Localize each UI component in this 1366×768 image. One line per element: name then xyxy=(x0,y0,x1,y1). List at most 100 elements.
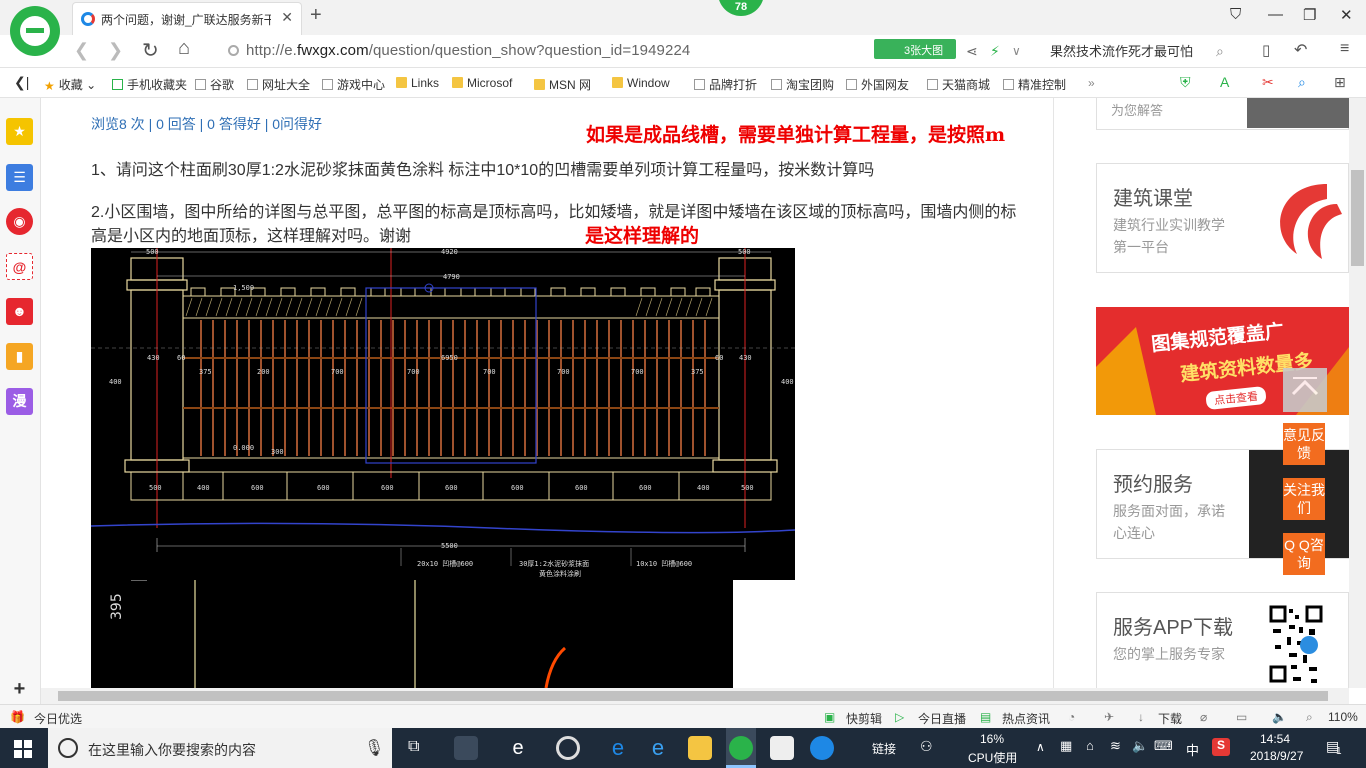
status-item[interactable]: 下载 xyxy=(1158,710,1182,727)
microphone-icon[interactable]: 🎙 xyxy=(364,738,384,758)
file-explorer-icon[interactable] xyxy=(688,736,712,760)
notification-badge[interactable]: 78 xyxy=(718,0,764,16)
today-picks-link[interactable]: 今日优选 xyxy=(34,710,82,727)
lightning-icon[interactable]: ⚡ xyxy=(990,43,1000,60)
status-item[interactable]: 热点资讯 xyxy=(1002,710,1050,727)
bookmark-item[interactable]: 网址大全 xyxy=(247,76,310,93)
more-bookmarks-icon[interactable]: » xyxy=(1088,76,1095,90)
bookmark-item[interactable]: 天猫商城 xyxy=(927,76,990,93)
windows-start-icon[interactable] xyxy=(14,740,32,758)
ie-icon[interactable]: e xyxy=(646,736,670,760)
status-item[interactable]: 今日直播 xyxy=(918,710,966,727)
chrome-like-icon[interactable] xyxy=(556,736,580,760)
qq-consult-button[interactable]: Q Q咨询 xyxy=(1283,533,1325,575)
translate-icon[interactable]: A xyxy=(1220,74,1229,90)
dim-label: 400 xyxy=(781,378,794,386)
add-sidebar-icon[interactable]: + xyxy=(6,676,33,703)
course-card[interactable]: 建筑课堂 建筑行业实训教学第一平台 xyxy=(1096,163,1349,273)
people-icon[interactable]: ⚇ xyxy=(920,738,933,755)
follow-us-button[interactable]: 关注我们 xyxy=(1283,478,1325,520)
pin-icon[interactable]: ✈ xyxy=(1104,710,1114,724)
cad-wall-drawing[interactable]: 500 4920 500 4790 1,500 430 60 6950 60 4… xyxy=(91,248,795,580)
bookmark-item[interactable]: Microsof xyxy=(452,76,512,90)
active-browser-task[interactable] xyxy=(726,728,756,768)
question-stats[interactable]: 浏览8 次 | 0 回答 | 0 答得好 | 0问得好 xyxy=(91,114,322,134)
menu-icon[interactable]: ≡ xyxy=(1340,40,1349,58)
big-picture-button[interactable]: 3张大图 xyxy=(874,39,956,59)
sidebar-toggle-icon[interactable]: ❮| xyxy=(14,74,29,91)
task-view-icon[interactable]: ⧉ xyxy=(408,738,419,756)
feedback-button[interactable]: 意见反馈 xyxy=(1283,423,1325,465)
horizontal-scroll-thumb[interactable] xyxy=(58,691,1328,701)
shield-icon[interactable]: ⛨ xyxy=(1180,74,1191,91)
tray-expand-icon[interactable]: ∧ xyxy=(1036,740,1045,754)
refresh-icon[interactable]: ↻ xyxy=(142,38,159,63)
novel-icon[interactable]: ▮ xyxy=(6,343,33,370)
clock-time[interactable]: 14:54 xyxy=(1260,732,1290,746)
news-list-icon[interactable]: ☰ xyxy=(6,164,33,191)
bookmark-item[interactable]: 精准控制 xyxy=(1003,76,1066,93)
zoom-level[interactable]: 110% xyxy=(1328,710,1358,724)
browser-e-icon[interactable]: e xyxy=(506,736,530,760)
bookmark-item[interactable]: 外国网友 xyxy=(846,76,909,93)
minimize-icon[interactable]: — xyxy=(1268,6,1283,23)
ime-indicator[interactable]: 中 xyxy=(1186,740,1199,759)
share-icon[interactable]: ⋖ xyxy=(966,43,978,60)
phone-icon[interactable]: ▯ xyxy=(1262,41,1270,59)
game-icon[interactable]: ☻ xyxy=(6,298,33,325)
apps-grid-icon[interactable]: ⊞ xyxy=(1334,74,1346,91)
undo-icon[interactable]: ↶ xyxy=(1294,40,1307,60)
glodon-app-icon[interactable] xyxy=(810,736,834,760)
fan-app-icon[interactable] xyxy=(454,736,478,760)
bookmark-item[interactable]: Window xyxy=(612,76,670,90)
speed-icon[interactable]: ◔ xyxy=(1068,710,1075,724)
tray-device-icon[interactable]: ⌂ xyxy=(1086,738,1094,753)
taskbar-link-label[interactable]: 链接 xyxy=(872,740,896,757)
taskbar-search-box[interactable]: 在这里输入你要搜索的内容 🎙 xyxy=(48,728,392,768)
forward-arrow-icon[interactable]: ❯ xyxy=(108,40,123,61)
clock-date[interactable]: 2018/9/27 xyxy=(1250,749,1303,763)
volume-icon[interactable]: 🔈 xyxy=(1272,710,1287,724)
close-window-icon[interactable]: ✕ xyxy=(1340,6,1353,24)
bookmark-item[interactable]: MSN 网 xyxy=(534,76,591,93)
browser-tab[interactable]: 两个问题，谢谢_广联达服务新干 ✕ xyxy=(72,2,302,35)
bookmark-item[interactable]: ★ 收藏 ⌄ xyxy=(44,76,96,93)
speaker-icon[interactable]: 🔈 xyxy=(1132,738,1148,754)
brush-icon[interactable]: ⌀ xyxy=(1200,710,1207,724)
wifi-icon[interactable]: ≋ xyxy=(1110,738,1121,754)
new-tab-plus-icon[interactable]: + xyxy=(310,4,322,27)
search-magnifier-icon[interactable]: ⌕ xyxy=(1298,74,1306,91)
scissors-icon[interactable]: ✂ xyxy=(1262,74,1274,91)
cad-detail-drawing[interactable]: 395 xyxy=(91,580,733,688)
bookmark-item[interactable]: 品牌打折 xyxy=(694,76,757,93)
window-icon[interactable]: ▭ xyxy=(1236,710,1247,724)
tray-app-icon[interactable]: ▦ xyxy=(1060,738,1072,754)
bookmark-item[interactable]: 游戏中心 xyxy=(322,76,385,93)
mail-icon[interactable]: @ xyxy=(6,253,33,280)
bookmark-item[interactable]: 谷歌 xyxy=(195,76,234,93)
comic-icon[interactable]: 漫 xyxy=(6,388,33,415)
bookmark-item[interactable]: 手机收藏夹 xyxy=(112,76,187,93)
favorites-star-icon[interactable]: ★ xyxy=(6,118,33,145)
restore-icon[interactable]: ❐ xyxy=(1303,6,1316,24)
back-to-top-button[interactable] xyxy=(1283,368,1327,412)
search-icon[interactable]: ⌕ xyxy=(1216,43,1224,60)
bookmark-item[interactable]: Links xyxy=(396,76,439,90)
mail-app-icon[interactable] xyxy=(770,736,794,760)
home-icon[interactable]: ⌂ xyxy=(178,37,190,60)
chevron-down-icon[interactable]: ∨ xyxy=(1012,44,1021,58)
keyboard-icon[interactable]: ⌨ xyxy=(1154,738,1173,754)
sogou-ime-icon[interactable]: S xyxy=(1212,738,1230,756)
browser-logo-icon[interactable] xyxy=(10,6,60,56)
vertical-scroll-thumb[interactable] xyxy=(1351,170,1364,266)
search-input[interactable]: 果然技术流作死才最可怕 xyxy=(1050,41,1193,60)
status-item[interactable]: 快剪辑 xyxy=(846,710,882,727)
app-download-card[interactable]: 服务APP下载 您的掌上服务专家 xyxy=(1096,592,1349,688)
expert-card[interactable]: 为您解答 xyxy=(1096,98,1349,130)
edge-icon[interactable]: e xyxy=(606,736,630,760)
tab-close-icon[interactable]: ✕ xyxy=(281,9,293,26)
back-arrow-icon[interactable]: ❮ xyxy=(74,40,89,61)
bookmark-item[interactable]: 淘宝团购 xyxy=(771,76,834,93)
weibo-icon[interactable]: ◉ xyxy=(6,208,33,235)
shirt-skin-icon[interactable]: ⛉ xyxy=(1230,6,1241,23)
